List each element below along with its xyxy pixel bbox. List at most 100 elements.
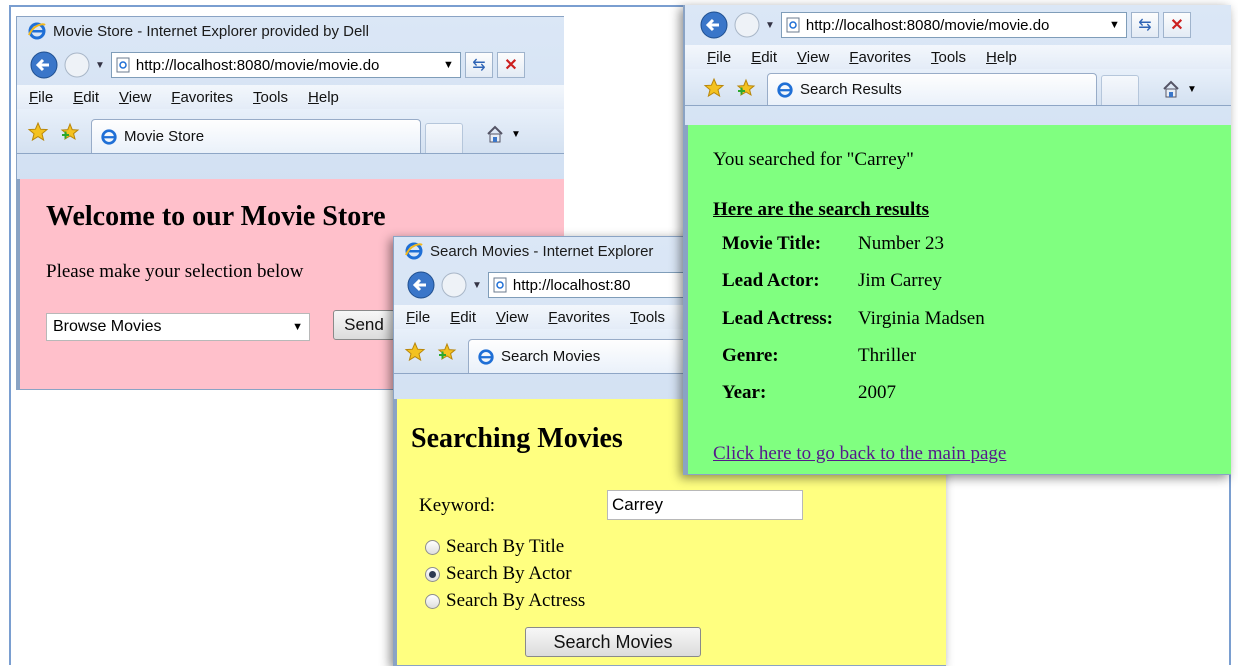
back-arrow-icon[interactable] [699,10,729,40]
result-value: 2007 [858,382,896,403]
home-icon [1163,80,1179,98]
result-row-title: Movie Title: Number 23 [722,233,944,255]
selection-dropdown[interactable]: Browse Movies ▼ [46,313,310,341]
tab-ie-icon [478,348,494,365]
history-dropdown-icon[interactable]: ▼ [95,60,105,71]
radio-button[interactable] [425,539,440,555]
radio-label: Search By Actress [446,590,586,611]
favorites-bar: Movie Store ▼ [17,109,564,154]
add-favorite-icon[interactable] [735,77,757,99]
result-row-lead-actress: Lead Actress: Virginia Madsen [722,308,985,330]
radio-label: Search By Actor [446,563,572,584]
radio-search-by-actress[interactable]: Search By Actress [425,590,585,612]
add-favorite-icon[interactable] [436,341,458,363]
back-arrow-icon[interactable] [29,50,59,80]
home-dropdown-icon[interactable]: ▼ [1187,84,1197,95]
menu-file[interactable]: File [406,309,430,326]
menu-view[interactable]: View [496,309,528,326]
tab-search-results[interactable]: Search Results [767,73,1097,105]
tab-movie-store[interactable]: Movie Store [91,119,421,153]
send-button[interactable]: Send [333,310,395,340]
forward-arrow-icon[interactable] [440,271,468,299]
menu-tools[interactable]: Tools [931,49,966,66]
keyword-input[interactable]: Carrey [607,490,803,520]
radio-search-by-actor[interactable]: Search By Actor [425,563,572,585]
keyword-label: Keyword: [419,495,495,516]
searched-for-text: You searched for "Carrey" [713,149,914,170]
search-results-window: ▼ http://localhost:8080/movie/movie.do ▼… [683,5,1231,475]
forward-arrow-icon[interactable] [63,51,91,79]
history-dropdown-icon[interactable]: ▼ [765,20,775,31]
menu-view[interactable]: View [797,49,829,66]
result-value: Jim Carrey [858,270,942,291]
radio-button-selected[interactable] [425,566,440,582]
ie-logo-icon [28,22,46,40]
tab-ie-icon [777,81,793,98]
menu-file[interactable]: File [707,49,731,66]
result-row-lead-actor: Lead Actor: Jim Carrey [722,270,942,292]
favorites-star-icon[interactable] [404,341,426,363]
window-title: Search Movies - Internet Explorer [430,242,654,260]
address-dropdown-icon[interactable]: ▼ [1109,19,1120,31]
tab-label: Search Results [800,81,902,98]
favorites-bar: Search Results ▼ [685,69,1231,106]
menu-edit[interactable]: Edit [73,89,99,106]
selection-prompt: Please make your selection below [46,261,304,282]
radio-button[interactable] [425,593,440,609]
result-label: Year: [722,382,767,403]
result-label: Lead Actress: [722,308,833,329]
page-heading: Searching Movies [411,423,623,454]
home-icon [487,125,503,143]
address-dropdown-icon[interactable]: ▼ [443,59,454,71]
menu-favorites[interactable]: Favorites [548,309,610,326]
menu-help[interactable]: Help [308,89,339,106]
menu-edit[interactable]: Edit [450,309,476,326]
tab-label: Search Movies [501,348,601,365]
result-value: Number 23 [858,233,945,254]
history-dropdown-icon[interactable]: ▼ [472,280,482,291]
favorites-star-icon[interactable] [703,77,725,99]
address-bar[interactable]: http://localhost:8080/movie/movie.do ▼ [110,52,461,78]
back-arrow-icon[interactable] [406,270,436,300]
title-bar: Movie Store - Internet Explorer provided… [17,17,564,45]
page-icon [116,57,130,73]
result-label: Lead Actor: [722,270,820,291]
new-tab-button[interactable] [1101,75,1139,105]
radio-label: Search By Title [446,536,565,557]
tab-label: Movie Store [124,128,205,145]
menu-edit[interactable]: Edit [751,49,777,66]
window-title: Movie Store - Internet Explorer provided… [53,22,369,40]
menu-file[interactable]: File [29,89,53,106]
tab-ie-icon [101,128,117,145]
forward-arrow-icon[interactable] [733,11,761,39]
results-heading: Here are the search results [713,199,929,220]
result-label: Movie Title: [722,233,822,254]
address-url: http://localhost:8080/movie/movie.do [135,56,380,74]
chevron-down-icon: ▼ [292,321,303,333]
back-to-main-link[interactable]: Click here to go back to the main page [713,443,1006,465]
menu-favorites[interactable]: Favorites [849,49,911,66]
home-button[interactable]: ▼ [485,124,521,144]
refresh-icon[interactable]: ⇆ [464,52,493,78]
result-value: Virginia Madsen [858,308,985,329]
menu-view[interactable]: View [119,89,151,106]
address-row: ▼ http://localhost:8080/movie/movie.do ▼… [685,5,1231,45]
menu-help[interactable]: Help [986,49,1017,66]
refresh-icon[interactable]: ⇆ [1130,12,1159,38]
add-favorite-icon[interactable] [59,121,81,143]
home-dropdown-icon[interactable]: ▼ [511,129,521,140]
address-bar[interactable]: http://localhost:8080/movie/movie.do ▼ [780,12,1127,38]
menu-tools[interactable]: Tools [253,89,288,106]
radio-search-by-title[interactable]: Search By Title [425,536,564,558]
home-button[interactable]: ▼ [1161,79,1197,99]
menu-favorites[interactable]: Favorites [171,89,233,106]
new-tab-button[interactable] [425,123,463,153]
menu-tools[interactable]: Tools [630,309,665,326]
search-movies-button[interactable]: Search Movies [525,627,701,657]
page-heading: Welcome to our Movie Store [46,201,386,232]
stop-icon[interactable]: ✕ [1162,12,1191,38]
menu-bar: File Edit View Favorites Tools Help [17,85,564,109]
stop-icon[interactable]: ✕ [496,52,525,78]
result-row-year: Year: 2007 [722,382,896,404]
favorites-star-icon[interactable] [27,121,49,143]
